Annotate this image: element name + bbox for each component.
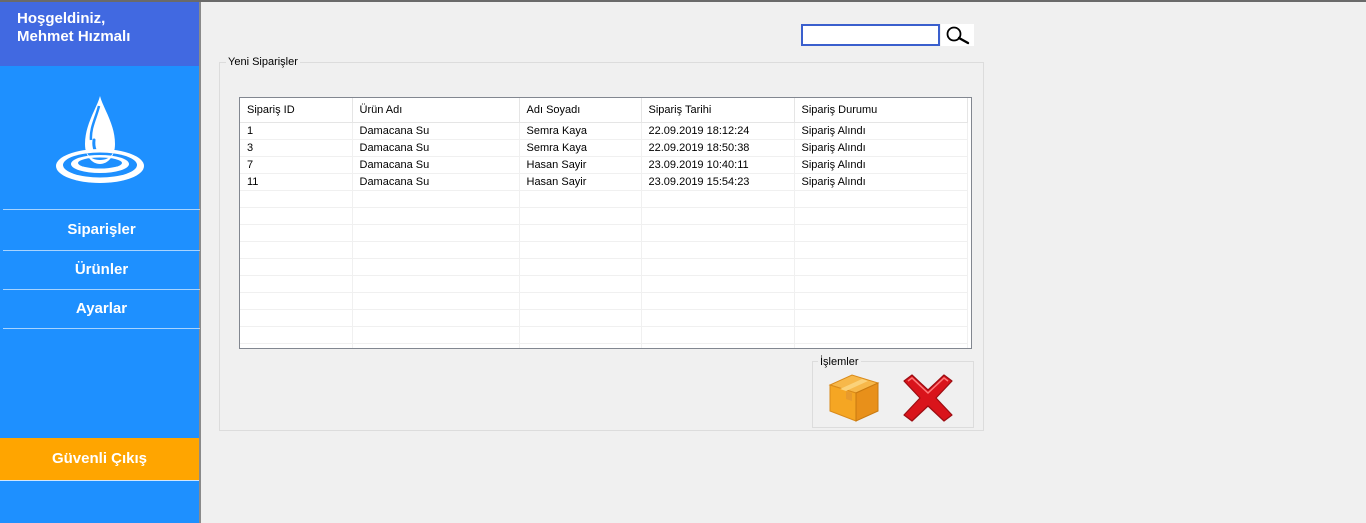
cell-order-status: Sipariş Alındı — [794, 139, 968, 157]
search-button[interactable] — [941, 24, 974, 46]
cell-order-status: Sipariş Alındı — [794, 122, 968, 140]
empty-row — [240, 241, 968, 259]
cell-product-name: Damacana Su — [352, 122, 520, 140]
sidebar-item-products[interactable]: Ürünler — [3, 251, 200, 289]
cell-customer-name: Semra Kaya — [519, 139, 642, 157]
column-header-product-name[interactable]: Ürün Adı — [352, 98, 520, 123]
search-input[interactable] — [801, 24, 940, 46]
cell-customer-name: Hasan Sayir — [519, 173, 642, 191]
nav-separator — [3, 328, 200, 329]
empty-row — [240, 292, 968, 310]
column-header-order-date[interactable]: Sipariş Tarihi — [641, 98, 795, 123]
cell-customer-name: Semra Kaya — [519, 122, 642, 140]
orders-table: Sipariş ID Ürün Adı Adı Soyadı Sipariş T… — [240, 98, 968, 348]
cell-customer-name: Hasan Sayir — [519, 156, 642, 174]
column-header-customer-name[interactable]: Adı Soyadı — [519, 98, 642, 123]
new-orders-group-title: Yeni Siparişler — [226, 56, 300, 68]
column-header-order-id[interactable]: Sipariş ID — [240, 98, 353, 123]
table-row[interactable]: 7 Damacana Su Hasan Sayir 23.09.2019 10:… — [240, 156, 968, 174]
window-top-border — [0, 0, 1366, 2]
cell-order-id: 3 — [240, 139, 353, 157]
welcome-greeting: Hoşgeldiniz, — [17, 10, 106, 27]
cell-order-id: 7 — [240, 156, 353, 174]
welcome-banner: Hoşgeldiniz, Mehmet Hızmalı — [0, 2, 199, 66]
sidebar-item-settings[interactable]: Ayarlar — [3, 290, 200, 328]
table-row[interactable]: 3 Damacana Su Semra Kaya 22.09.2019 18:5… — [240, 139, 968, 157]
operations-group-title: İşlemler — [818, 356, 861, 368]
empty-row — [240, 326, 968, 344]
cancel-button[interactable] — [898, 373, 958, 423]
empty-row — [240, 224, 968, 242]
cell-order-status: Sipariş Alındı — [794, 156, 968, 174]
cell-order-date: 22.09.2019 18:12:24 — [641, 122, 795, 140]
package-button[interactable] — [818, 371, 882, 423]
cell-product-name: Damacana Su — [352, 139, 520, 157]
red-x-icon — [903, 374, 953, 422]
secure-logout-button[interactable]: Güvenli Çıkış — [0, 438, 199, 481]
water-drop-logo-icon — [56, 96, 144, 183]
empty-row — [240, 343, 968, 348]
cell-product-name: Damacana Su — [352, 173, 520, 191]
welcome-username: Mehmet Hızmalı — [17, 28, 131, 45]
empty-row — [240, 258, 968, 276]
table-header-row: Sipariş ID Ürün Adı Adı Soyadı Sipariş T… — [240, 98, 968, 123]
sidebar-item-orders[interactable]: Siparişler — [3, 211, 200, 249]
cell-order-date: 23.09.2019 15:54:23 — [641, 173, 795, 191]
sidebar: Hoşgeldiniz, Mehmet Hızmalı Siparişler Ü… — [0, 2, 201, 523]
cell-order-status: Sipariş Alındı — [794, 173, 968, 191]
nav-separator — [3, 209, 200, 210]
cell-order-id: 11 — [240, 173, 353, 191]
table-row[interactable]: 1 Damacana Su Semra Kaya 22.09.2019 18:1… — [240, 122, 968, 140]
cell-order-date: 23.09.2019 10:40:11 — [641, 156, 795, 174]
empty-row — [240, 190, 968, 208]
search-icon — [946, 26, 970, 45]
package-box-icon — [828, 374, 880, 422]
empty-row — [240, 275, 968, 293]
orders-grid[interactable]: Sipariş ID Ürün Adı Adı Soyadı Sipariş T… — [239, 97, 972, 349]
table-row[interactable]: 11 Damacana Su Hasan Sayir 23.09.2019 15… — [240, 173, 968, 191]
cell-order-date: 22.09.2019 18:50:38 — [641, 139, 795, 157]
column-header-order-status[interactable]: Sipariş Durumu — [794, 98, 968, 123]
empty-row — [240, 309, 968, 327]
empty-row — [240, 207, 968, 225]
cell-order-id: 1 — [240, 122, 353, 140]
cell-product-name: Damacana Su — [352, 156, 520, 174]
